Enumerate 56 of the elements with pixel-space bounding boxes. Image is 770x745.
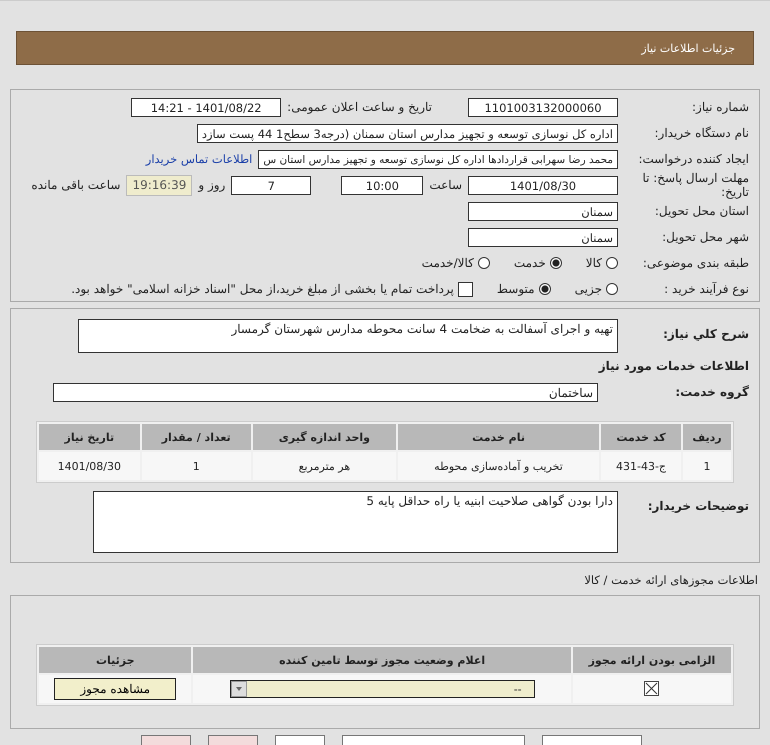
table-cell: ج-43-431 <box>600 452 682 480</box>
field-label: ایجاد کننده درخواست: <box>637 152 749 166</box>
radio-option[interactable]: متوسط <box>496 282 551 296</box>
radio-option[interactable]: خدمت <box>514 256 562 270</box>
status-dropdown[interactable]: -- <box>230 680 535 698</box>
table-cell: تخریب و آماده‌سازی محوطه <box>398 452 599 480</box>
column-header: واحد اندازه گیری <box>252 424 396 450</box>
deadline-time-field[interactable]: 10:00 <box>341 176 424 194</box>
description-field: تهیه و اجرای آسفالت به ضخامت 4 سانت محوطه مدارس شهرستان گرمسار <box>78 319 618 353</box>
city-field[interactable]: سمنان <box>468 228 618 246</box>
column-header: اعلام وضعیت مجوز توسط تامین کننده <box>193 647 571 673</box>
deadline-date-field[interactable]: 1401/08/30 <box>468 176 618 194</box>
field-label: طبقه بندی موضوعی: <box>642 256 749 270</box>
column-header: تعداد / مقدار <box>142 424 251 450</box>
field-label: شرح کلي نياز: <box>662 326 749 341</box>
remaining-time: 19:16:39 <box>126 174 192 196</box>
province-field[interactable]: سمنان <box>468 202 618 220</box>
required-checkbox[interactable] <box>644 680 660 696</box>
field-label: نوع فرآیند خرید : <box>663 282 749 296</box>
service-group-field: ساختمان <box>53 382 598 402</box>
table-cell: 1401/08/30 <box>39 452 140 480</box>
field-label: مهلت ارسال پاسخ: تا تاریخ: <box>641 171 749 199</box>
days-field[interactable]: 7 <box>231 176 312 194</box>
need-number-field[interactable]: 1101003132000060 <box>468 98 618 116</box>
column-header: الزامی بودن ارائه مجوز <box>572 647 731 673</box>
field-label: گروه خدمت: <box>674 385 749 399</box>
page-title: جزئیات اطلاعات نیاز <box>641 42 735 54</box>
column-header: تاریخ نیاز <box>39 424 140 450</box>
radio-option[interactable]: کالا/خدمت <box>422 256 490 270</box>
announce-date-field[interactable]: 1401/08/22 - 14:21 <box>131 98 282 116</box>
view-permit-button[interactable]: مشاهده مجوز <box>54 678 176 700</box>
field-label: توضیحات خریدار: <box>646 498 749 513</box>
table-cell: 1 <box>683 452 731 480</box>
table-cell: هر مترمربع <box>252 452 396 480</box>
field-label: استان محل تحویل: <box>654 204 749 218</box>
section-heading: اطلاعات خدمات مورد نیاز <box>598 359 749 373</box>
buyer-org-field[interactable]: اداره کل نوسازی توسعه و تجهیز مدارس استان سمنان (درجه3 سطح1 44 پست سازد <box>196 124 618 142</box>
field-label: نام دستگاه خریدار: <box>654 126 749 140</box>
column-header: نام خدمت <box>398 424 599 450</box>
column-header: جزئیات <box>39 647 192 673</box>
buyer-contact-link[interactable]: اطلاعات تماس خریدار <box>146 152 252 166</box>
table-cell: 1 <box>142 452 251 480</box>
time-label: ساعت <box>429 178 462 192</box>
field-label: تاریخ و ساعت اعلان عمومی: <box>287 100 432 114</box>
remaining-label: ساعت باقی مانده <box>31 178 120 192</box>
buyer-notes-field: دارا بودن گواهی صلاحیت ابنیه یا راه حداقل پایه 5 <box>93 491 618 553</box>
radio-option[interactable]: جزیی <box>574 282 618 296</box>
treasury-checkbox[interactable]: پرداخت تمام یا بخشی از مبلغ خرید،از محل "اسناد خزانه اسلامی" خواهد بود. <box>71 282 473 296</box>
radio-option[interactable]: کالا <box>586 256 618 270</box>
column-header: کد خدمت <box>600 424 682 450</box>
column-header: ردیف <box>683 424 731 450</box>
field-label: شماره نیاز: <box>691 100 749 114</box>
requester-field[interactable]: محمد رضا سهرابی قراردادها اداره کل نوسازی توسعه و تجهیز مدارس استان س <box>258 150 618 168</box>
section-heading: اطلاعات مجوزهای ارائه خدمت / کالا <box>583 573 758 589</box>
field-label: شهر محل تحویل: <box>661 230 749 244</box>
days-label: روز و <box>198 178 226 192</box>
